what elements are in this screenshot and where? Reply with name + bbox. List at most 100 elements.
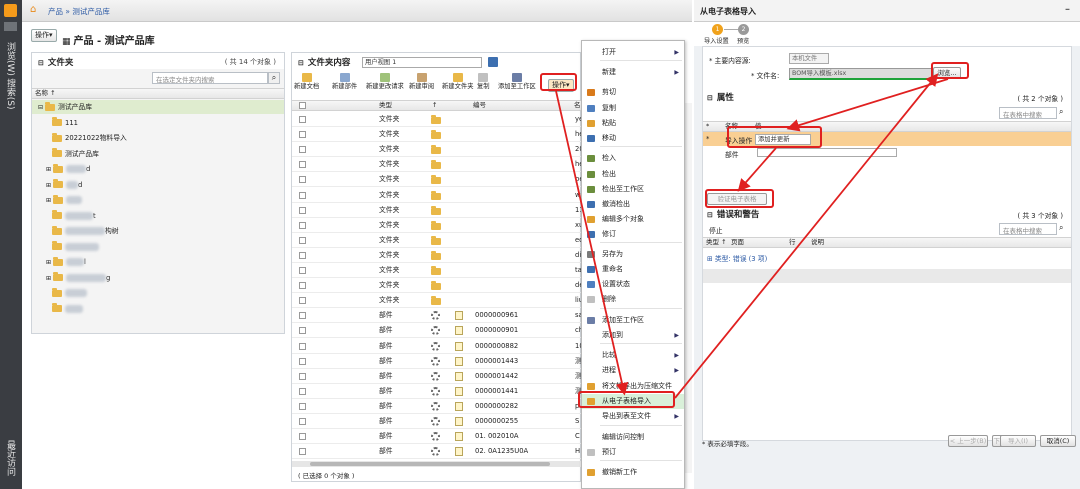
table-row[interactable]: 文件夹 20 [292,142,584,158]
row-checkbox[interactable] [299,282,306,290]
expand-icon[interactable]: ⊞ [46,197,51,204]
row-checkbox[interactable] [299,448,306,456]
folder-tree-item[interactable]: 20221022物料导入 [52,132,127,144]
menu-item[interactable]: 添加到 ▶ [582,328,684,343]
error-desc-column[interactable]: 说明 [811,238,824,247]
row-number[interactable]: 01. 002010A [475,429,519,443]
row-checkbox[interactable] [299,251,306,259]
menu-item[interactable]: 预订 [582,445,684,460]
folder-search-input[interactable]: 在选定文件夹内搜索 [152,72,268,84]
row-checkbox[interactable] [299,116,306,123]
menu-item[interactable]: 检出至工作区 [582,182,684,197]
table-row[interactable]: 文件夹 he [292,127,584,143]
table-row[interactable]: 部件 0000001443 测 [292,354,582,369]
folder-tree-item[interactable]: ⊞ [46,194,83,206]
name-column-header[interactable]: 名 [574,101,581,110]
errors-scroll-area[interactable] [703,269,1071,283]
menu-item[interactable]: 重命名 [582,262,684,277]
row-checkbox[interactable] [299,433,306,441]
row-number[interactable]: 0000000255 [475,414,518,428]
row-number[interactable]: 0000000961 [475,308,518,322]
filename-input[interactable]: BOM导入模板.xlsx [789,68,933,80]
expand-icon[interactable]: ⊞ [46,166,51,173]
folder-tree-item[interactable] [52,287,87,299]
row-checkbox[interactable] [299,297,306,305]
menu-item[interactable]: 另存为 [582,247,684,262]
menu-item[interactable]: 剪切 [582,85,684,100]
row-checkbox[interactable] [299,372,306,380]
row-checkbox[interactable] [299,221,306,229]
expand-icon[interactable]: ⊞ [707,255,715,263]
menu-item[interactable]: 删除 [582,292,684,307]
folder-tree-item[interactable]: ⊞ g [46,272,110,284]
collapse-icon[interactable]: ⊟ [707,211,713,219]
breadcrumb[interactable]: 产品 » 测试产品库 [48,6,110,17]
nav-recent-tab[interactable]: 最近访问 [5,440,15,476]
row-name[interactable]: w [575,188,581,202]
menu-item[interactable]: 编辑多个对象 [582,212,684,227]
table-row[interactable]: 文件夹 ye [292,112,583,127]
error-row-column[interactable]: 行 [789,238,796,247]
row-checkbox[interactable] [299,387,306,395]
new-folder-button[interactable]: 新建文件夹 [442,73,473,90]
table-row[interactable]: 文件夹 pe [292,172,584,188]
nav-toggle-icon[interactable] [4,22,17,31]
table-row[interactable]: 部件 0000000901 ch [292,323,583,339]
row-number[interactable]: 0000000882 [475,339,518,353]
table-row[interactable]: 部件 0000001442 测 [292,369,582,384]
menu-item[interactable]: 新建 ▶ [582,65,684,80]
table-row[interactable]: 部件 01. 002010A C [292,429,582,445]
menu-item[interactable]: 设置状态 [582,277,684,292]
folder-tree-item[interactable]: ⊞ d [46,179,82,191]
number-column-header[interactable]: 编号 [473,101,486,110]
sort-column-header[interactable]: ↑ [432,101,437,110]
row-checkbox[interactable] [299,312,306,320]
menu-item[interactable]: 移动 [582,131,684,146]
menu-item[interactable]: 修订 [582,227,684,242]
table-row[interactable]: 文件夹 he [292,157,584,173]
row-checkbox[interactable] [299,146,306,154]
row-number[interactable]: 0000001441 [475,384,518,398]
expand-icon[interactable]: ⊞ [46,259,51,266]
collapse-icon[interactable]: ⊟ [298,59,304,67]
table-row[interactable]: 部件 0000000961 sa [292,308,583,324]
folder-name-column-header[interactable]: 名称 ↑ [32,88,284,99]
collapse-icon[interactable]: ⊟ [707,94,713,102]
row-checkbox[interactable] [299,206,306,214]
row-checkbox[interactable] [299,342,306,350]
add-to-workspace-button[interactable]: 添加至工作区 [498,73,536,90]
error-type-column[interactable]: 类型 ↑ [706,238,727,247]
view-select[interactable]: 用户视图 1 [362,57,482,68]
menu-item[interactable]: 导出到表至文件 ▶ [582,409,684,424]
row-checkbox[interactable] [299,236,306,244]
row-name[interactable]: H [575,444,580,458]
row-number[interactable]: 02. 0A1235U0A [475,444,528,458]
folder-tree-item[interactable] [52,241,99,253]
folder-tree-item[interactable]: ⊟ 测试产品库 [38,101,92,113]
table-row[interactable]: 文件夹 liu [292,293,583,309]
cancel-button[interactable]: 取消(C) [1040,435,1076,447]
row-number[interactable]: 0000000901 [475,323,518,337]
folder-tree-item[interactable]: ⊞ l [46,256,86,268]
expand-icon[interactable]: ⊞ [46,182,51,189]
minimize-icon[interactable]: – [1065,4,1070,15]
main-source-select[interactable]: 本机文件 [789,53,829,64]
error-group-row[interactable]: ⊞ 类型: 错误 (3 项) [707,253,767,263]
menu-item[interactable]: 打开 ▶ [582,45,684,60]
table-row[interactable]: 文件夹 ed [292,233,584,248]
new-change-request-button[interactable]: 新建更改请求 [366,73,404,90]
table-row[interactable]: 文件夹 xu [292,218,583,233]
table-row[interactable]: 文件夹 11 [292,203,584,218]
table-row[interactable]: 文件夹 di [292,248,582,263]
row-checkbox[interactable] [299,357,306,365]
import-button[interactable]: 导入(I) [1000,435,1036,447]
table-row[interactable]: 部件 02. 0A1235U0A H [292,444,582,460]
new-part-button[interactable]: 新建部件 [332,73,357,90]
row-checkbox[interactable] [299,267,306,274]
row-number[interactable]: 0000000282 [475,399,518,413]
search-icon[interactable]: ⌕ [268,72,280,84]
search-icon[interactable]: ⌕ [1059,107,1063,117]
search-icon[interactable]: ⌕ [1059,223,1063,233]
table-row[interactable]: 文件夹 ta [292,263,582,278]
copy-button[interactable]: 复制 [477,73,490,90]
